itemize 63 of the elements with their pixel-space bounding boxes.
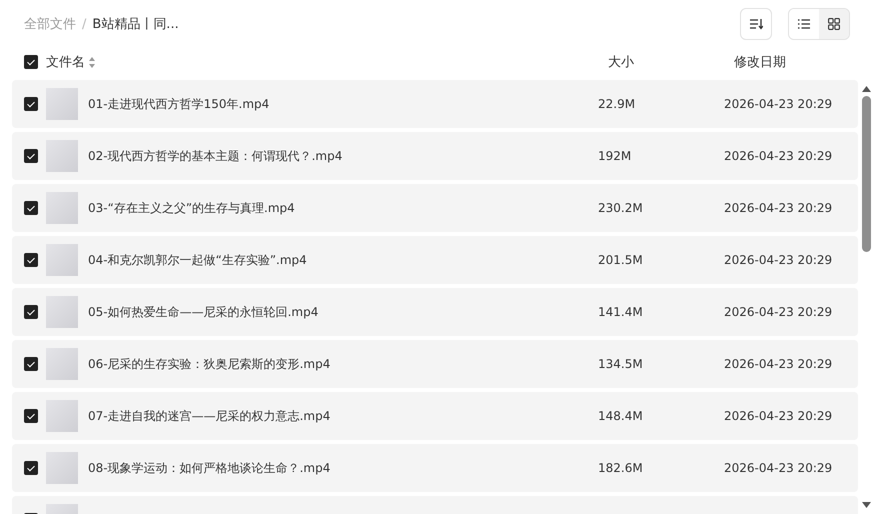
column-header: 修改日期	[734, 54, 786, 71]
file-row[interactable]: 03-“存在主义之父”的生存与真理.mp4 230.2M 2026-04-23 20:29	[12, 184, 858, 232]
row-checkbox[interactable]	[24, 97, 38, 111]
file-size: 148.4M	[598, 409, 644, 423]
modified-date: 2026-04-23 20:29	[724, 97, 832, 111]
column-header[interactable]: 文件名	[46, 53, 85, 71]
scroll-up-icon[interactable]	[862, 86, 870, 92]
video-thumbnail-placeholder	[46, 192, 78, 224]
breadcrumb-item[interactable]: B站精品丨同...	[92, 15, 179, 33]
modified-date: 2026-04-23 20:29	[724, 461, 832, 475]
grid-view-button[interactable]	[819, 9, 849, 39]
file-name[interactable]: 03-“存在主义之父”的生存与真理.mp4	[88, 200, 598, 216]
video-thumbnail-placeholder	[46, 452, 78, 484]
video-thumbnail-placeholder	[46, 348, 78, 380]
modified-date: 2026-04-23 20:29	[724, 357, 832, 371]
file-name[interactable]: 07-走进自我的迷宫——尼采的权力意志.mp4	[88, 408, 598, 424]
file-row[interactable]: 07-走进自我的迷宫——尼采的权力意志.mp4 148.4M 2026-04-23 20:29	[12, 392, 858, 440]
sort-icon[interactable]	[89, 56, 95, 68]
file-name[interactable]: 06-尼采的生存实验：狄奥尼索斯的变形.mp4	[88, 356, 598, 372]
file-size: 141.4M	[598, 305, 644, 319]
file-size: 192M	[598, 149, 632, 163]
row-checkbox[interactable]	[24, 461, 38, 475]
row-checkbox[interactable]	[24, 357, 38, 371]
modified-date: 2026-04-23 20:29	[724, 409, 832, 423]
modified-date: 2026-04-23 20:29	[724, 201, 832, 215]
video-thumbnail-placeholder	[46, 296, 78, 328]
file-name[interactable]: 05-如何热爱生命——尼采的永恒轮回.mp4	[88, 304, 598, 320]
file-row[interactable]: 01-走进现代西方哲学150年.mp4 22.9M 2026-04-23 20:29	[12, 80, 858, 128]
row-checkbox[interactable]	[24, 149, 38, 163]
sort-button[interactable]	[740, 8, 772, 40]
file-row[interactable]: 08-现象学运动：如何严格地谈论生命？.mp4 182.6M 2026-04-23 20:29	[12, 444, 858, 492]
video-thumbnail-placeholder	[46, 140, 78, 172]
scroll-down-icon[interactable]	[862, 502, 870, 508]
modified-date: 2026-04-23 20:29	[724, 149, 832, 163]
file-row[interactable]: 02-现代西方哲学的基本主题：何谓现代？.mp4 192M 2026-04-23 20:29	[12, 132, 858, 180]
file-name[interactable]: 02-现代西方哲学的基本主题：何谓现代？.mp4	[88, 148, 598, 164]
file-size: 182.6M	[598, 461, 644, 475]
file-size: 201.5M	[598, 253, 644, 267]
file-size: 134.5M	[598, 357, 644, 371]
breadcrumb-separator: /	[82, 16, 86, 32]
sort-lines-icon	[749, 18, 763, 30]
file-row[interactable]: 05-如何热爱生命——尼采的永恒轮回.mp4 141.4M 2026-04-23 20:29	[12, 288, 858, 336]
list-icon	[798, 19, 810, 29]
file-size: 230.2M	[598, 201, 644, 215]
file-name[interactable]: 08-现象学运动：如何严格地谈论生命？.mp4	[88, 460, 598, 476]
file-row[interactable]: 06-尼采的生存实验：狄奥尼索斯的变形.mp4 134.5M 2026-04-23 20:29	[12, 340, 858, 388]
row-checkbox[interactable]	[24, 253, 38, 267]
file-name[interactable]: 04-和克尔凯郭尔一起做“生存实验”.mp4	[88, 252, 598, 268]
video-thumbnail-placeholder	[46, 400, 78, 432]
grid-icon	[828, 18, 840, 30]
column-header: 大小	[608, 54, 635, 71]
row-checkbox[interactable]	[24, 305, 38, 319]
file-row[interactable]: 04-和克尔凯郭尔一起做“生存实验”.mp4 201.5M 2026-04-23 20:29	[12, 236, 858, 284]
select-all-checkbox[interactable]	[24, 55, 38, 69]
row-checkbox[interactable]	[24, 409, 38, 423]
modified-date: 2026-04-23 20:29	[724, 305, 832, 319]
scrollbar-thumb[interactable]	[862, 96, 870, 252]
video-thumbnail-placeholder	[46, 88, 78, 120]
row-checkbox[interactable]	[24, 201, 38, 215]
modified-date: 2026-04-23 20:29	[724, 253, 832, 267]
file-size: 22.9M	[598, 97, 636, 111]
video-thumbnail-placeholder	[46, 244, 78, 276]
file-name[interactable]: 01-走进现代西方哲学150年.mp4	[88, 96, 598, 112]
